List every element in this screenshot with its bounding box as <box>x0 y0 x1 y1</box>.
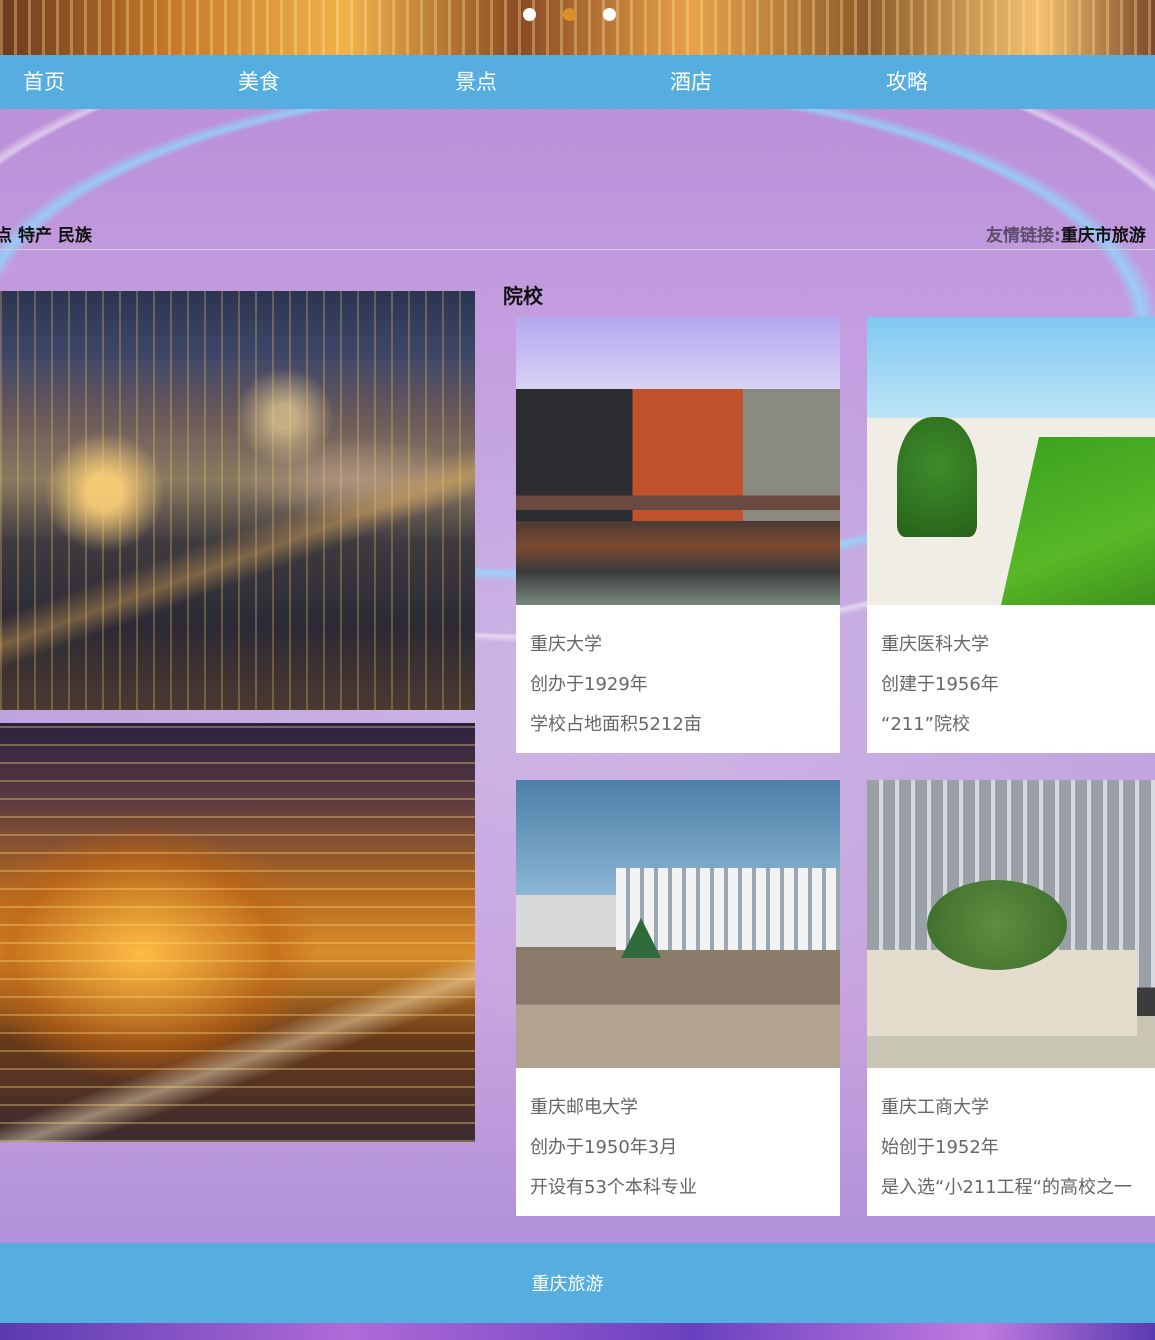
university-founded: 创办于1950年3月 <box>530 1137 678 1158</box>
carousel-dot[interactable] <box>523 8 536 21</box>
university-founded: 创办于1929年 <box>530 674 648 695</box>
category-link-attractions[interactable]: 景点 <box>0 226 12 246</box>
university-photo <box>867 317 1155 605</box>
nav-item-food[interactable]: 美食 <box>238 68 280 96</box>
university-name: 重庆工商大学 <box>881 1097 989 1118</box>
carousel-dot-active[interactable] <box>563 8 576 21</box>
main-nav: 首页 美食 景点 酒店 攻略 <box>0 55 1155 109</box>
university-founded: 创建于1956年 <box>881 674 999 695</box>
sub-bar: 景点特产民族 友情链接:重庆市旅游 <box>0 220 1155 250</box>
university-name: 重庆大学 <box>530 634 602 655</box>
hongyadong-night-photo <box>0 723 475 1142</box>
carousel-dot[interactable] <box>603 8 616 21</box>
category-link-ethnic[interactable]: 民族 <box>58 226 92 246</box>
university-card[interactable]: 重庆邮电大学 创办于1950年3月 开设有53个本科专业 <box>516 780 840 1216</box>
university-fact: 学校占地面积5212亩 <box>530 714 702 735</box>
university-fact: 是入选“小211工程“的高校之一 <box>881 1177 1133 1198</box>
university-card[interactable]: 重庆大学 创办于1929年 学校占地面积5212亩 <box>516 317 840 753</box>
university-card[interactable]: 重庆工商大学 始创于1952年 是入选“小211工程“的高校之一 <box>867 780 1155 1216</box>
card-text: 重庆工商大学 始创于1952年 是入选“小211工程“的高校之一 <box>867 1068 1155 1208</box>
university-name: 重庆邮电大学 <box>530 1097 638 1118</box>
university-founded: 始创于1952年 <box>881 1137 999 1158</box>
nav-item-attractions[interactable]: 景点 <box>455 68 497 96</box>
university-fact: 开设有53个本科专业 <box>530 1177 697 1198</box>
nav-item-hotel[interactable]: 酒店 <box>670 68 712 96</box>
carousel-indicators <box>523 8 616 21</box>
university-card[interactable]: 重庆医科大学 创建于1956年 “211”院校 <box>867 317 1155 753</box>
friend-link-chongqing-tourism[interactable]: 重庆市旅游 <box>1061 226 1146 246</box>
category-links: 景点特产民族 <box>0 221 98 246</box>
university-photo <box>516 317 840 605</box>
category-link-specialties[interactable]: 特产 <box>18 226 52 246</box>
friend-links-label: 友情链接: <box>986 226 1061 246</box>
section-title: 院校 <box>503 284 543 308</box>
footer: 重庆旅游 <box>0 1243 1155 1323</box>
university-photo <box>867 780 1155 1068</box>
card-text: 重庆邮电大学 创办于1950年3月 开设有53个本科专业 <box>516 1068 840 1208</box>
city-night-photo <box>0 291 475 710</box>
nav-item-home[interactable]: 首页 <box>23 68 65 96</box>
footer-text: 重庆旅游 <box>531 1274 604 1295</box>
nav-item-guide[interactable]: 攻略 <box>886 68 928 96</box>
friend-links: 友情链接:重庆市旅游 <box>986 221 1146 246</box>
card-text: 重庆大学 创办于1929年 学校占地面积5212亩 <box>516 605 840 745</box>
bottom-decoration <box>0 1323 1155 1340</box>
university-photo <box>516 780 840 1068</box>
university-name: 重庆医科大学 <box>881 634 989 655</box>
card-text: 重庆医科大学 创建于1956年 “211”院校 <box>867 605 1155 745</box>
university-fact: “211”院校 <box>881 714 971 735</box>
